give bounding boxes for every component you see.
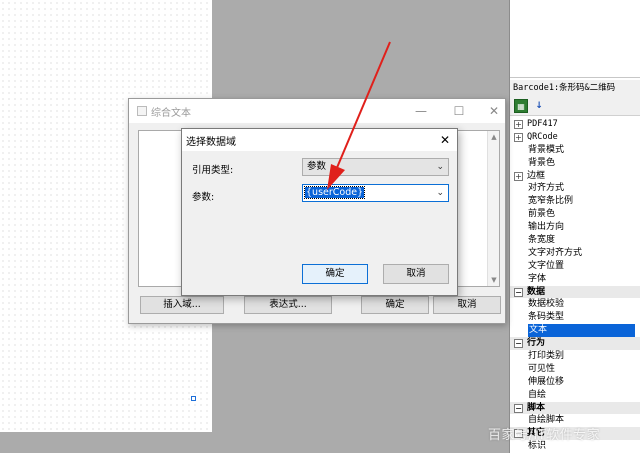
component-area	[510, 0, 640, 78]
maximize-icon[interactable]: ☐	[448, 101, 470, 121]
property-label: 行为	[527, 338, 546, 349]
expression-button[interactable]: 表达式...	[244, 296, 332, 314]
window-icon	[137, 106, 147, 116]
resize-handle[interactable]	[191, 396, 196, 401]
property-row[interactable]: 背景色	[510, 157, 640, 170]
property-category[interactable]: − 行为	[510, 337, 640, 351]
vertical-scrollbar[interactable]: ▲ ▼	[487, 131, 499, 286]
minimize-icon[interactable]: —	[410, 101, 432, 121]
property-row[interactable]: 背景模式	[510, 144, 640, 157]
property-row[interactable]: 条宽度	[510, 234, 640, 247]
property-row[interactable]: 文字对齐方式	[510, 247, 640, 260]
property-row[interactable]: 自绘	[510, 389, 640, 402]
property-label: 文字位置	[528, 260, 565, 271]
property-label: 对齐方式	[528, 183, 565, 194]
property-label: 宽窄条比例	[528, 196, 574, 207]
collapse-icon[interactable]: −	[514, 339, 523, 349]
property-row[interactable]: 对齐方式	[510, 182, 640, 195]
scroll-up-icon[interactable]: ▲	[488, 133, 500, 141]
expand-icon[interactable]: +	[514, 120, 523, 129]
property-label: 脚本	[527, 402, 546, 413]
property-row[interactable]: + 边框	[510, 170, 640, 183]
insert-field-button[interactable]: 插入域...	[140, 296, 224, 314]
property-label: 背景色	[528, 157, 556, 168]
property-label: 条宽度	[528, 235, 556, 246]
property-label: 可见性	[528, 363, 556, 374]
property-row[interactable]: 输出方向	[510, 221, 640, 234]
property-row[interactable]: + PDF417	[510, 118, 640, 131]
property-label: QRCode	[527, 131, 558, 142]
window-title: 综合文本	[151, 108, 191, 119]
property-category[interactable]: − 数据	[510, 285, 640, 299]
expand-icon[interactable]: +	[514, 132, 523, 142]
property-label: 打印类别	[528, 351, 565, 362]
property-label: 背景模式	[528, 144, 565, 155]
property-label: 伸展位移	[528, 376, 565, 387]
collapse-icon[interactable]: −	[514, 287, 523, 297]
property-panel: Barcode1:条形码&二维码 ▦ ↓ + PDF417 + QRCode 背景模式背…	[509, 0, 640, 453]
property-row[interactable]: 打印类别	[510, 350, 640, 363]
property-label: PDF417	[527, 119, 558, 129]
property-label: 数据	[527, 286, 546, 297]
watermark: 百家号/IT软件专家	[488, 428, 601, 443]
property-label: 字体	[528, 273, 547, 284]
window-titlebar[interactable]: 综合文本 — ☐ ✕	[129, 99, 505, 123]
ok-button[interactable]: 确定	[361, 296, 429, 314]
collapse-icon[interactable]: −	[514, 403, 523, 413]
property-toolbar: ▦ ↓	[510, 96, 640, 116]
expand-icon[interactable]: +	[514, 171, 523, 181]
reference-type-value: 参数	[307, 161, 327, 172]
property-row[interactable]: 字体	[510, 273, 640, 286]
property-label: 输出方向	[528, 222, 565, 233]
property-label: 数据校验	[528, 299, 565, 310]
property-row[interactable]: 文本	[510, 324, 640, 338]
reference-type-select[interactable]: 参数 ⌄	[302, 158, 449, 176]
scroll-down-icon[interactable]: ▼	[488, 276, 500, 284]
parameter-label: 参数:	[192, 192, 215, 203]
property-label: 边框	[527, 170, 546, 181]
property-row[interactable]: 数据校验	[510, 298, 640, 311]
ok-button[interactable]: 确定	[302, 264, 368, 284]
parameter-combobox[interactable]: {userCode} ⌄	[302, 184, 449, 202]
dialog-title: 选择数据域	[186, 137, 236, 148]
reference-type-label: 引用类型:	[192, 165, 234, 176]
property-row[interactable]: 可见性	[510, 363, 640, 376]
property-row[interactable]: 条码类型	[510, 311, 640, 324]
close-icon[interactable]: ✕	[483, 101, 505, 121]
chevron-down-icon[interactable]: ⌄	[436, 159, 444, 175]
property-label: 自绘	[528, 389, 547, 400]
property-label: 文本	[528, 324, 636, 338]
property-row[interactable]: 宽窄条比例	[510, 195, 640, 208]
sort-alphabetical-icon[interactable]: ↓	[532, 99, 546, 113]
parameter-value: {userCode}	[303, 186, 366, 199]
property-list: + PDF417 + QRCode 背景模式背景色 + 边框对齐方式宽窄条比例前景色输出方向…	[510, 118, 640, 453]
select-data-field-dialog: 选择数据域 ✕ 引用类型: 参数 ⌄ 参数: {userCode} ⌄ 确定 取…	[181, 128, 458, 296]
property-panel-header: Barcode1:条形码&二维码	[510, 80, 640, 96]
property-label: 条码类型	[528, 312, 565, 323]
categorized-view-icon[interactable]: ▦	[514, 99, 528, 113]
property-row[interactable]: 前景色	[510, 208, 640, 221]
dialog-titlebar[interactable]: 选择数据域 ✕	[182, 129, 457, 151]
property-label: 文字对齐方式	[528, 247, 583, 258]
cancel-button[interactable]: 取消	[383, 264, 449, 284]
property-row[interactable]: 文字位置	[510, 260, 640, 273]
close-icon[interactable]: ✕	[435, 130, 455, 150]
property-row[interactable]: 伸展位移	[510, 376, 640, 389]
chevron-down-icon[interactable]: ⌄	[436, 185, 444, 201]
property-row[interactable]: + QRCode	[510, 131, 640, 144]
property-category[interactable]: − 脚本	[510, 401, 640, 415]
cancel-button[interactable]: 取消	[433, 296, 501, 314]
property-label: 前景色	[528, 209, 556, 220]
